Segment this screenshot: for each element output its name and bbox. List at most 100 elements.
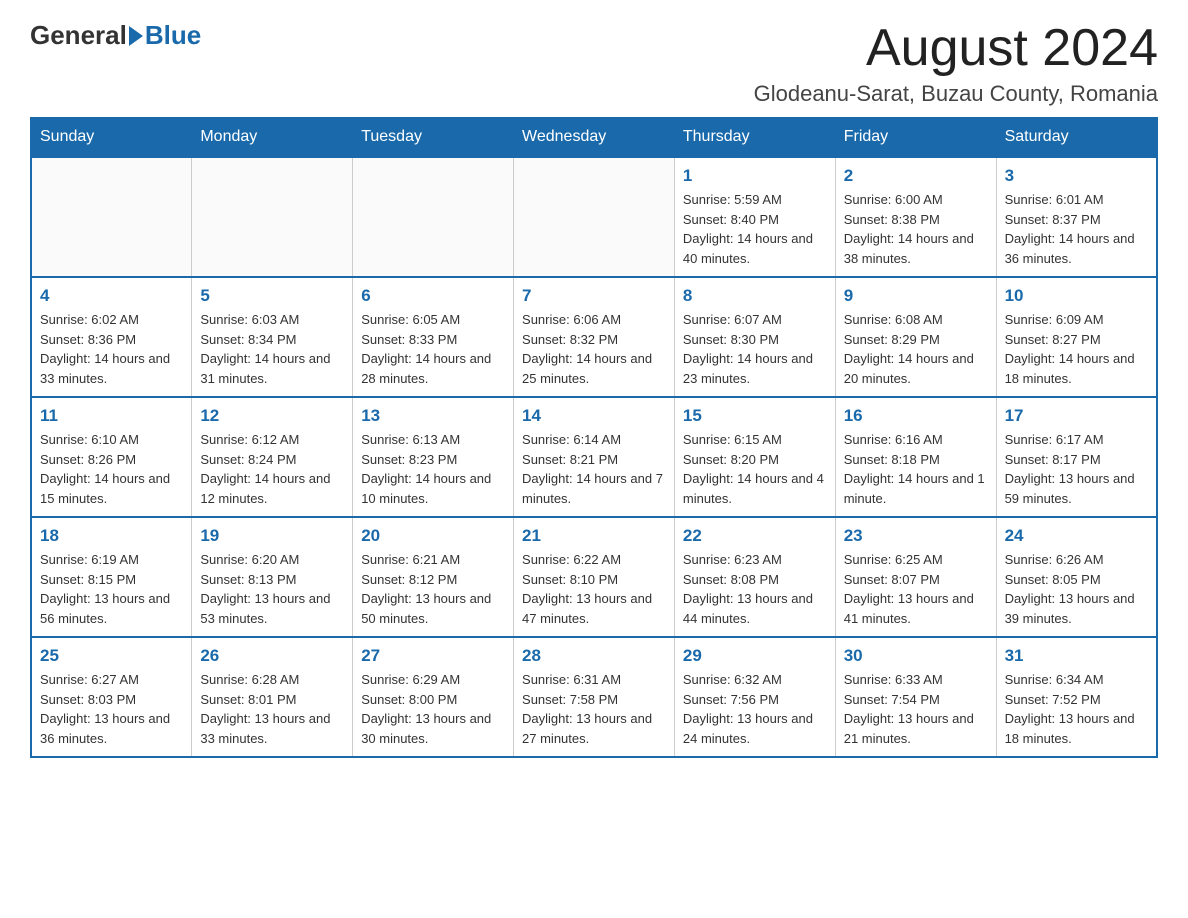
calendar-cell [514,157,675,277]
day-info: Sunrise: 6:31 AM Sunset: 7:58 PM Dayligh… [522,670,666,748]
calendar-cell: 26 Sunrise: 6:28 AM Sunset: 8:01 PM Dayli… [192,637,353,757]
day-info: Sunrise: 6:19 AM Sunset: 8:15 PM Dayligh… [40,550,183,628]
calendar-cell [31,157,192,277]
day-info: Sunrise: 6:10 AM Sunset: 8:26 PM Dayligh… [40,430,183,508]
calendar-cell [192,157,353,277]
day-info: Sunrise: 6:27 AM Sunset: 8:03 PM Dayligh… [40,670,183,748]
day-info: Sunrise: 6:21 AM Sunset: 8:12 PM Dayligh… [361,550,505,628]
calendar-cell: 4 Sunrise: 6:02 AM Sunset: 8:36 PM Daylig… [31,277,192,397]
day-number: 12 [200,406,344,426]
day-number: 10 [1005,286,1148,306]
day-info: Sunrise: 6:13 AM Sunset: 8:23 PM Dayligh… [361,430,505,508]
subtitle: Glodeanu-Sarat, Buzau County, Romania [754,81,1158,107]
day-info: Sunrise: 6:00 AM Sunset: 8:38 PM Dayligh… [844,190,988,268]
calendar-cell: 25 Sunrise: 6:27 AM Sunset: 8:03 PM Dayli… [31,637,192,757]
day-info: Sunrise: 6:23 AM Sunset: 8:08 PM Dayligh… [683,550,827,628]
day-info: Sunrise: 6:01 AM Sunset: 8:37 PM Dayligh… [1005,190,1148,268]
calendar-cell: 19 Sunrise: 6:20 AM Sunset: 8:13 PM Dayli… [192,517,353,637]
day-info: Sunrise: 6:34 AM Sunset: 7:52 PM Dayligh… [1005,670,1148,748]
day-info: Sunrise: 6:20 AM Sunset: 8:13 PM Dayligh… [200,550,344,628]
day-number: 6 [361,286,505,306]
day-info: Sunrise: 6:03 AM Sunset: 8:34 PM Dayligh… [200,310,344,388]
calendar-week-row: 11Sunrise: 6:10 AM Sunset: 8:26 PM Dayli… [31,397,1157,517]
day-number: 19 [200,526,344,546]
day-info: Sunrise: 6:07 AM Sunset: 8:30 PM Dayligh… [683,310,827,388]
calendar-week-row: 18 Sunrise: 6:19 AM Sunset: 8:15 PM Dayli… [31,517,1157,637]
day-number: 5 [200,286,344,306]
day-info: Sunrise: 5:59 AM Sunset: 8:40 PM Dayligh… [683,190,827,268]
calendar-cell: 5 Sunrise: 6:03 AM Sunset: 8:34 PM Daylig… [192,277,353,397]
day-number: 24 [1005,526,1148,546]
calendar-cell: 15Sunrise: 6:15 AM Sunset: 8:20 PM Dayli… [674,397,835,517]
day-info: Sunrise: 6:02 AM Sunset: 8:36 PM Dayligh… [40,310,183,388]
calendar-cell: 3Sunrise: 6:01 AM Sunset: 8:37 PM Daylig… [996,157,1157,277]
day-info: Sunrise: 6:33 AM Sunset: 7:54 PM Dayligh… [844,670,988,748]
calendar-cell: 29 Sunrise: 6:32 AM Sunset: 7:56 PM Dayli… [674,637,835,757]
calendar-cell: 30 Sunrise: 6:33 AM Sunset: 7:54 PM Dayli… [835,637,996,757]
title-area: August 2024 Glodeanu-Sarat, Buzau County… [754,20,1158,107]
day-number: 7 [522,286,666,306]
calendar-header-saturday: Saturday [996,118,1157,158]
day-number: 29 [683,646,827,666]
calendar-header-wednesday: Wednesday [514,118,675,158]
main-title: August 2024 [754,20,1158,77]
calendar-cell: 8Sunrise: 6:07 AM Sunset: 8:30 PM Daylig… [674,277,835,397]
day-info: Sunrise: 6:12 AM Sunset: 8:24 PM Dayligh… [200,430,344,508]
day-info: Sunrise: 6:25 AM Sunset: 8:07 PM Dayligh… [844,550,988,628]
day-info: Sunrise: 6:05 AM Sunset: 8:33 PM Dayligh… [361,310,505,388]
day-number: 1 [683,166,827,186]
calendar-header-tuesday: Tuesday [353,118,514,158]
day-number: 4 [40,286,183,306]
calendar-week-row: 4 Sunrise: 6:02 AM Sunset: 8:36 PM Daylig… [31,277,1157,397]
day-info: Sunrise: 6:26 AM Sunset: 8:05 PM Dayligh… [1005,550,1148,628]
calendar-cell: 28 Sunrise: 6:31 AM Sunset: 7:58 PM Dayli… [514,637,675,757]
day-number: 16 [844,406,988,426]
day-info: Sunrise: 6:32 AM Sunset: 7:56 PM Dayligh… [683,670,827,748]
day-number: 9 [844,286,988,306]
day-number: 25 [40,646,183,666]
calendar-cell: 17Sunrise: 6:17 AM Sunset: 8:17 PM Dayli… [996,397,1157,517]
calendar-cell: 7Sunrise: 6:06 AM Sunset: 8:32 PM Daylig… [514,277,675,397]
day-number: 18 [40,526,183,546]
day-number: 13 [361,406,505,426]
day-info: Sunrise: 6:09 AM Sunset: 8:27 PM Dayligh… [1005,310,1148,388]
day-info: Sunrise: 6:15 AM Sunset: 8:20 PM Dayligh… [683,430,827,508]
calendar-cell: 2Sunrise: 6:00 AM Sunset: 8:38 PM Daylig… [835,157,996,277]
calendar-cell: 21 Sunrise: 6:22 AM Sunset: 8:10 PM Dayli… [514,517,675,637]
day-info: Sunrise: 6:14 AM Sunset: 8:21 PM Dayligh… [522,430,666,508]
day-info: Sunrise: 6:16 AM Sunset: 8:18 PM Dayligh… [844,430,988,508]
logo-arrow-icon [129,26,143,46]
calendar-cell: 23 Sunrise: 6:25 AM Sunset: 8:07 PM Dayli… [835,517,996,637]
calendar-cell: 14 Sunrise: 6:14 AM Sunset: 8:21 PM Dayli… [514,397,675,517]
day-number: 21 [522,526,666,546]
calendar-table: SundayMondayTuesdayWednesdayThursdayFrid… [30,117,1158,758]
calendar-cell: 10 Sunrise: 6:09 AM Sunset: 8:27 PM Dayli… [996,277,1157,397]
calendar-week-row: 1 Sunrise: 5:59 AM Sunset: 8:40 PM Daylig… [31,157,1157,277]
day-number: 28 [522,646,666,666]
calendar-header-row: SundayMondayTuesdayWednesdayThursdayFrid… [31,118,1157,158]
day-info: Sunrise: 6:08 AM Sunset: 8:29 PM Dayligh… [844,310,988,388]
day-info: Sunrise: 6:22 AM Sunset: 8:10 PM Dayligh… [522,550,666,628]
day-number: 27 [361,646,505,666]
calendar-cell: 6 Sunrise: 6:05 AM Sunset: 8:33 PM Daylig… [353,277,514,397]
calendar-cell: 24 Sunrise: 6:26 AM Sunset: 8:05 PM Dayli… [996,517,1157,637]
calendar-cell: 18 Sunrise: 6:19 AM Sunset: 8:15 PM Dayli… [31,517,192,637]
calendar-week-row: 25 Sunrise: 6:27 AM Sunset: 8:03 PM Dayli… [31,637,1157,757]
day-info: Sunrise: 6:28 AM Sunset: 8:01 PM Dayligh… [200,670,344,748]
day-number: 26 [200,646,344,666]
calendar-cell: 22Sunrise: 6:23 AM Sunset: 8:08 PM Dayli… [674,517,835,637]
calendar-cell: 16 Sunrise: 6:16 AM Sunset: 8:18 PM Dayli… [835,397,996,517]
day-number: 23 [844,526,988,546]
logo: General Blue [30,20,201,51]
day-number: 20 [361,526,505,546]
calendar-cell [353,157,514,277]
calendar-cell: 13 Sunrise: 6:13 AM Sunset: 8:23 PM Dayli… [353,397,514,517]
calendar-cell: 12 Sunrise: 6:12 AM Sunset: 8:24 PM Dayli… [192,397,353,517]
day-number: 30 [844,646,988,666]
calendar-header-monday: Monday [192,118,353,158]
calendar-header-sunday: Sunday [31,118,192,158]
calendar-header-friday: Friday [835,118,996,158]
calendar-cell: 1 Sunrise: 5:59 AM Sunset: 8:40 PM Daylig… [674,157,835,277]
calendar-cell: 20 Sunrise: 6:21 AM Sunset: 8:12 PM Dayli… [353,517,514,637]
day-number: 14 [522,406,666,426]
